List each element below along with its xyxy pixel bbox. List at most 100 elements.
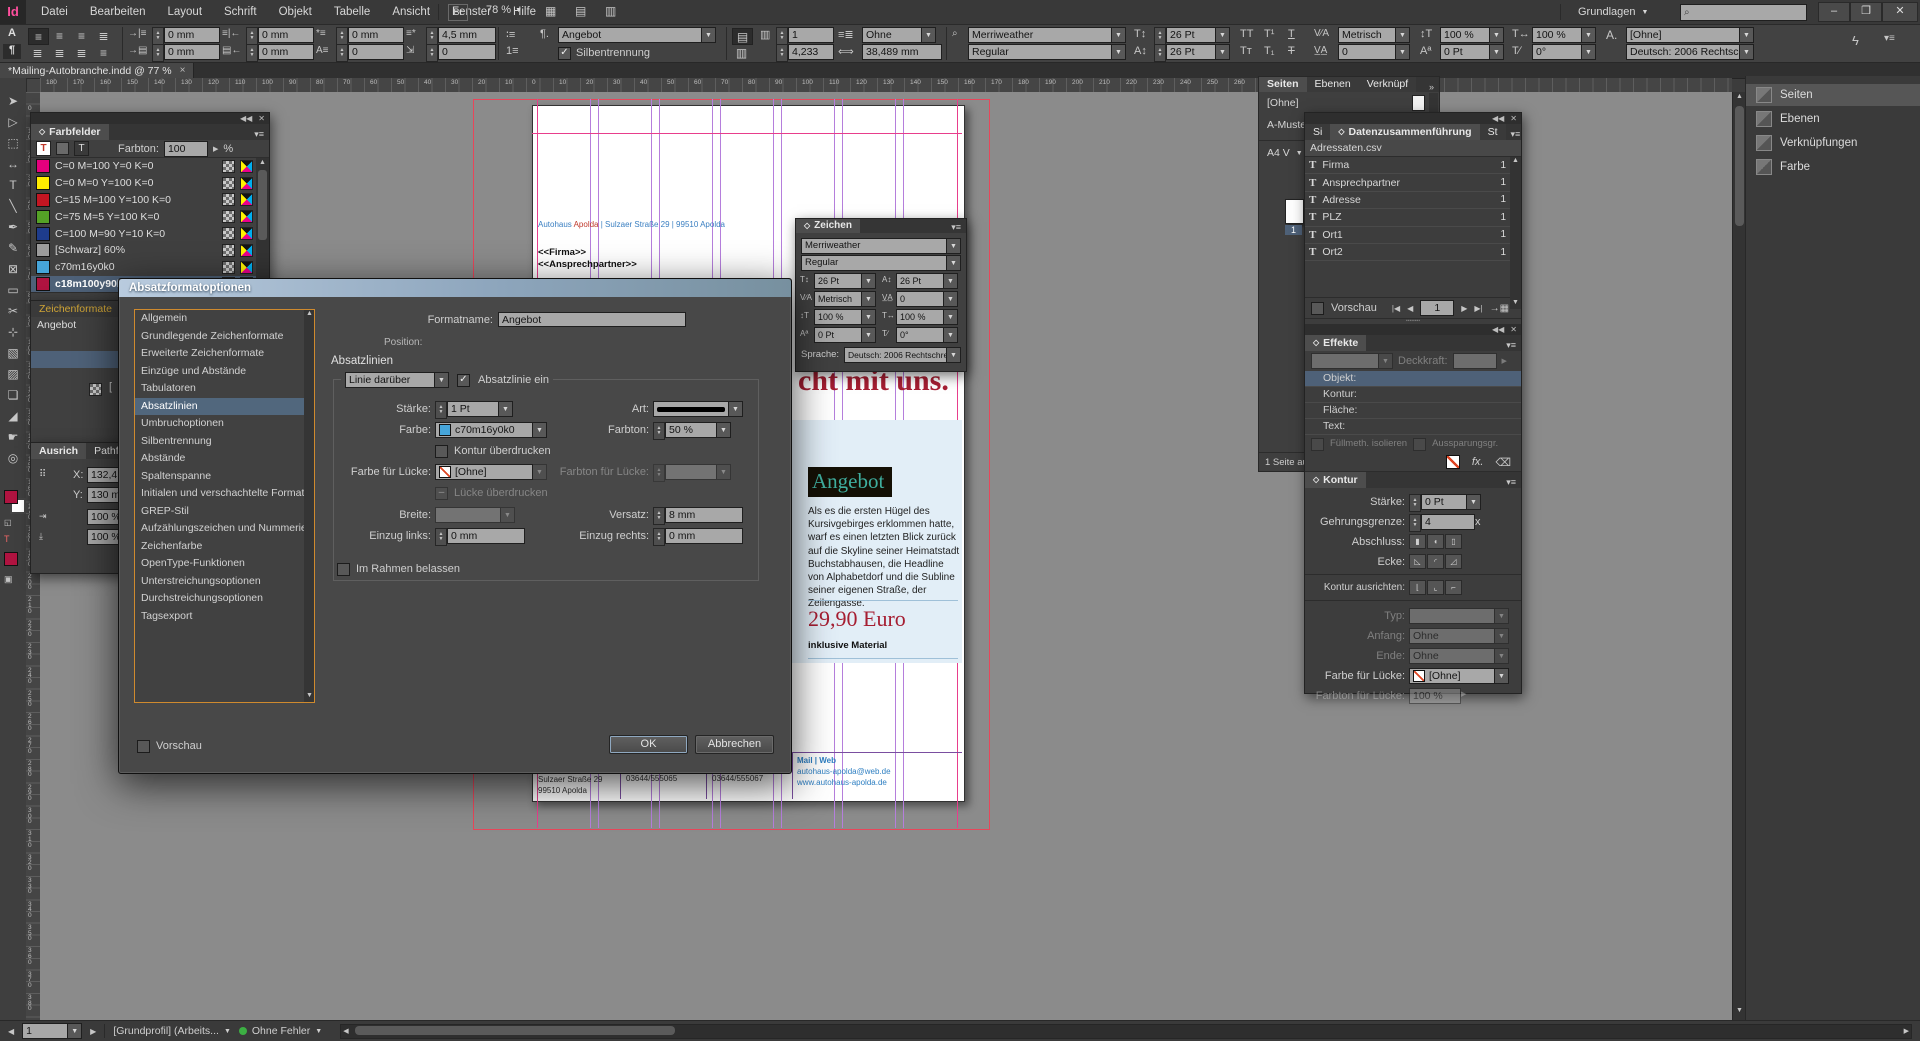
stroke-start-dropdown[interactable]: Ohne▼ (1409, 628, 1509, 644)
tool-button[interactable]: ◢ (1, 405, 25, 426)
search-input[interactable] (1693, 6, 1806, 19)
effects-target-row[interactable]: Kontur: (1305, 387, 1521, 403)
swatch-row[interactable]: C=75 M=5 Y=100 K=0 (31, 208, 256, 225)
merge-field-row[interactable]: T Ansprechpartner 1 (1305, 174, 1510, 191)
last-line-indent-stepper[interactable]: ▲▼ (426, 27, 438, 45)
tool-button[interactable]: ▧ (1, 342, 25, 363)
scrollbar-thumb[interactable] (1735, 106, 1744, 226)
character-styles-tab[interactable]: Zeichenformate (31, 301, 120, 317)
swatch-row[interactable]: C=0 M=0 Y=100 K=0 (31, 175, 256, 192)
tool-button[interactable]: ▷ (1, 111, 25, 132)
kerning-dropdown[interactable]: Metrisch▼ (1338, 27, 1410, 43)
dialog-category-item[interactable]: Tabulatoren (135, 380, 304, 398)
indent-left-field[interactable]: 0 mm (447, 528, 525, 544)
split-columns-icon[interactable]: ▥ (732, 45, 751, 60)
blend-mode-dropdown[interactable]: ▼ (1311, 353, 1393, 369)
normal-view-mode-icon[interactable]: ▣ (4, 574, 13, 585)
swatches-scrollbar[interactable]: ▲ ▼ (256, 158, 269, 292)
menu-item[interactable]: Datei (30, 0, 79, 24)
numbered-list-icon[interactable]: 1≡ (506, 45, 519, 57)
butt-cap-icon[interactable]: ▮ (1409, 534, 1426, 549)
panel-menu-icon[interactable]: ▾≡ (1884, 33, 1895, 44)
close-icon[interactable]: ✕ (1510, 114, 1517, 123)
menu-item[interactable]: Objekt (268, 0, 323, 24)
character-tab[interactable]: ◇Zeichen (796, 219, 860, 233)
dock-panel-button[interactable]: Ebenen (1746, 108, 1920, 130)
rule-width-dropdown[interactable]: ▼ (435, 507, 515, 523)
stroke-end-dropdown[interactable]: Ohne▼ (1409, 648, 1509, 664)
tool-button[interactable]: ➤ (1, 90, 25, 111)
first-page-icon[interactable]: ◀ (8, 1027, 14, 1036)
close-icon[interactable]: ✕ (258, 114, 265, 123)
rule-color-dropdown[interactable]: c70m16y0k0▼ (435, 422, 547, 438)
dialog-title-bar[interactable]: Absatzformatoptionen (119, 279, 791, 297)
justify-center-button[interactable]: ≣ (28, 45, 47, 60)
swatch-row[interactable]: [Schwarz] 60% (31, 242, 256, 259)
kerning-dropdown[interactable]: Metrisch▼ (814, 291, 876, 307)
clear-overrides-icon[interactable]: [ (109, 381, 112, 393)
tool-button[interactable]: ▨ (1, 363, 25, 384)
scroll-down-icon[interactable]: ▼ (1736, 1007, 1743, 1014)
hyphenate-checkbox[interactable]: ✓Silbentrennung (558, 45, 650, 61)
tool-button[interactable]: ☛ (1, 426, 25, 447)
overprint-gap-checkbox[interactable]: –Lücke überdrucken (435, 485, 548, 501)
align-right-button[interactable]: ≡ (72, 28, 91, 43)
offset-stepper[interactable]: ▲▼ (653, 507, 665, 525)
window-minimize-button[interactable]: – (1818, 2, 1850, 22)
drop-cap-lines-stepper[interactable]: ▲▼ (336, 44, 348, 62)
delete-effect-icon[interactable]: ⌫ (1495, 456, 1511, 469)
hidden-tab-left[interactable]: Si (1305, 124, 1330, 140)
format-name-field[interactable] (498, 312, 686, 327)
font-style-dropdown[interactable]: Regular▼ (968, 44, 1126, 60)
tool-button[interactable]: ✎ (1, 237, 25, 258)
font-style-dropdown[interactable]: Regular▼ (801, 255, 961, 271)
text-swatch-icon[interactable]: T (74, 141, 89, 156)
collapse-panel-icon[interactable]: ◀◀ (1492, 325, 1504, 334)
bullet-list-icon[interactable]: ∶≡ (506, 28, 515, 41)
stroke-gap-tint-field[interactable]: 100 % (1409, 688, 1461, 704)
rule-position-dropdown[interactable]: Linie darüber▼ ✓ Absatzlinie ein (341, 372, 553, 388)
panel-menu-icon[interactable]: ▾≡ (1501, 340, 1521, 351)
zoom-level-dropdown[interactable]: 78 %▼ (486, 4, 522, 16)
opacity-slider-icon[interactable]: ▶ (1502, 357, 1507, 365)
window-close-button[interactable]: ✕ (1882, 2, 1918, 22)
scroll-up-icon[interactable]: ▲ (1736, 93, 1743, 100)
subscript-button[interactable]: T₁ (1264, 45, 1274, 57)
first-line-indent-stepper[interactable]: ▲▼ (336, 27, 348, 45)
scroll-down-icon[interactable]: ▼ (1512, 299, 1519, 306)
merge-preview-checkbox[interactable] (1311, 302, 1324, 315)
space-before-stepper[interactable]: ▲▼ (152, 44, 164, 62)
collapse-panel-icon[interactable]: ◀◀ (1492, 114, 1504, 123)
strikethrough-button[interactable]: T (1288, 45, 1295, 57)
dialog-category-item[interactable]: GREP-Stil (135, 503, 304, 521)
ok-button[interactable]: OK (609, 735, 688, 754)
underline-button[interactable]: T (1288, 28, 1295, 40)
links-tab[interactable]: Verknüpf (1359, 77, 1416, 92)
column-width-field[interactable]: 4,233 (788, 44, 834, 60)
justify-left-button[interactable]: ≣ (94, 28, 113, 43)
tracking-dropdown[interactable]: 0▼ (896, 291, 958, 307)
view-options-icon[interactable]: ▦ (545, 4, 556, 18)
last-record-icon[interactable]: ▶| (1474, 304, 1482, 313)
close-icon[interactable]: × (180, 65, 186, 76)
indent-left-stepper[interactable]: ▲▼ (435, 528, 447, 546)
dialog-category-item[interactable]: Allgemein (135, 310, 304, 328)
superscript-button[interactable]: T¹ (1264, 28, 1274, 40)
bevel-join-icon[interactable]: ◿ (1445, 554, 1462, 569)
dialog-category-item[interactable]: Umbruchoptionen (135, 415, 304, 433)
collapse-panel-icon[interactable]: ◀◀ (240, 114, 252, 123)
tool-button[interactable]: ▭ (1, 279, 25, 300)
last-line-indent-field[interactable]: 4,5 mm (438, 27, 496, 43)
new-style-icon[interactable] (89, 383, 102, 396)
left-indent-field[interactable]: 0 mm (164, 27, 220, 43)
left-indent-stepper[interactable]: ▲▼ (152, 27, 164, 45)
dialog-category-item[interactable]: Silbentrennung (135, 433, 304, 451)
all-caps-button[interactable]: TT (1240, 28, 1253, 40)
preflight-profile-dropdown[interactable]: [Grundprofil] (Arbeits...▼ (113, 1025, 231, 1037)
arrange-documents-icon[interactable]: ▥ (605, 4, 616, 18)
vertical-scale-dropdown[interactable]: 100 %▼ (1440, 27, 1504, 43)
dialog-category-item[interactable]: Durchstreichungsoptionen (135, 590, 304, 608)
opacity-field[interactable] (1453, 353, 1497, 369)
miter-limit-field[interactable]: 4 (1421, 514, 1475, 530)
right-indent-stepper[interactable]: ▲▼ (246, 27, 258, 45)
